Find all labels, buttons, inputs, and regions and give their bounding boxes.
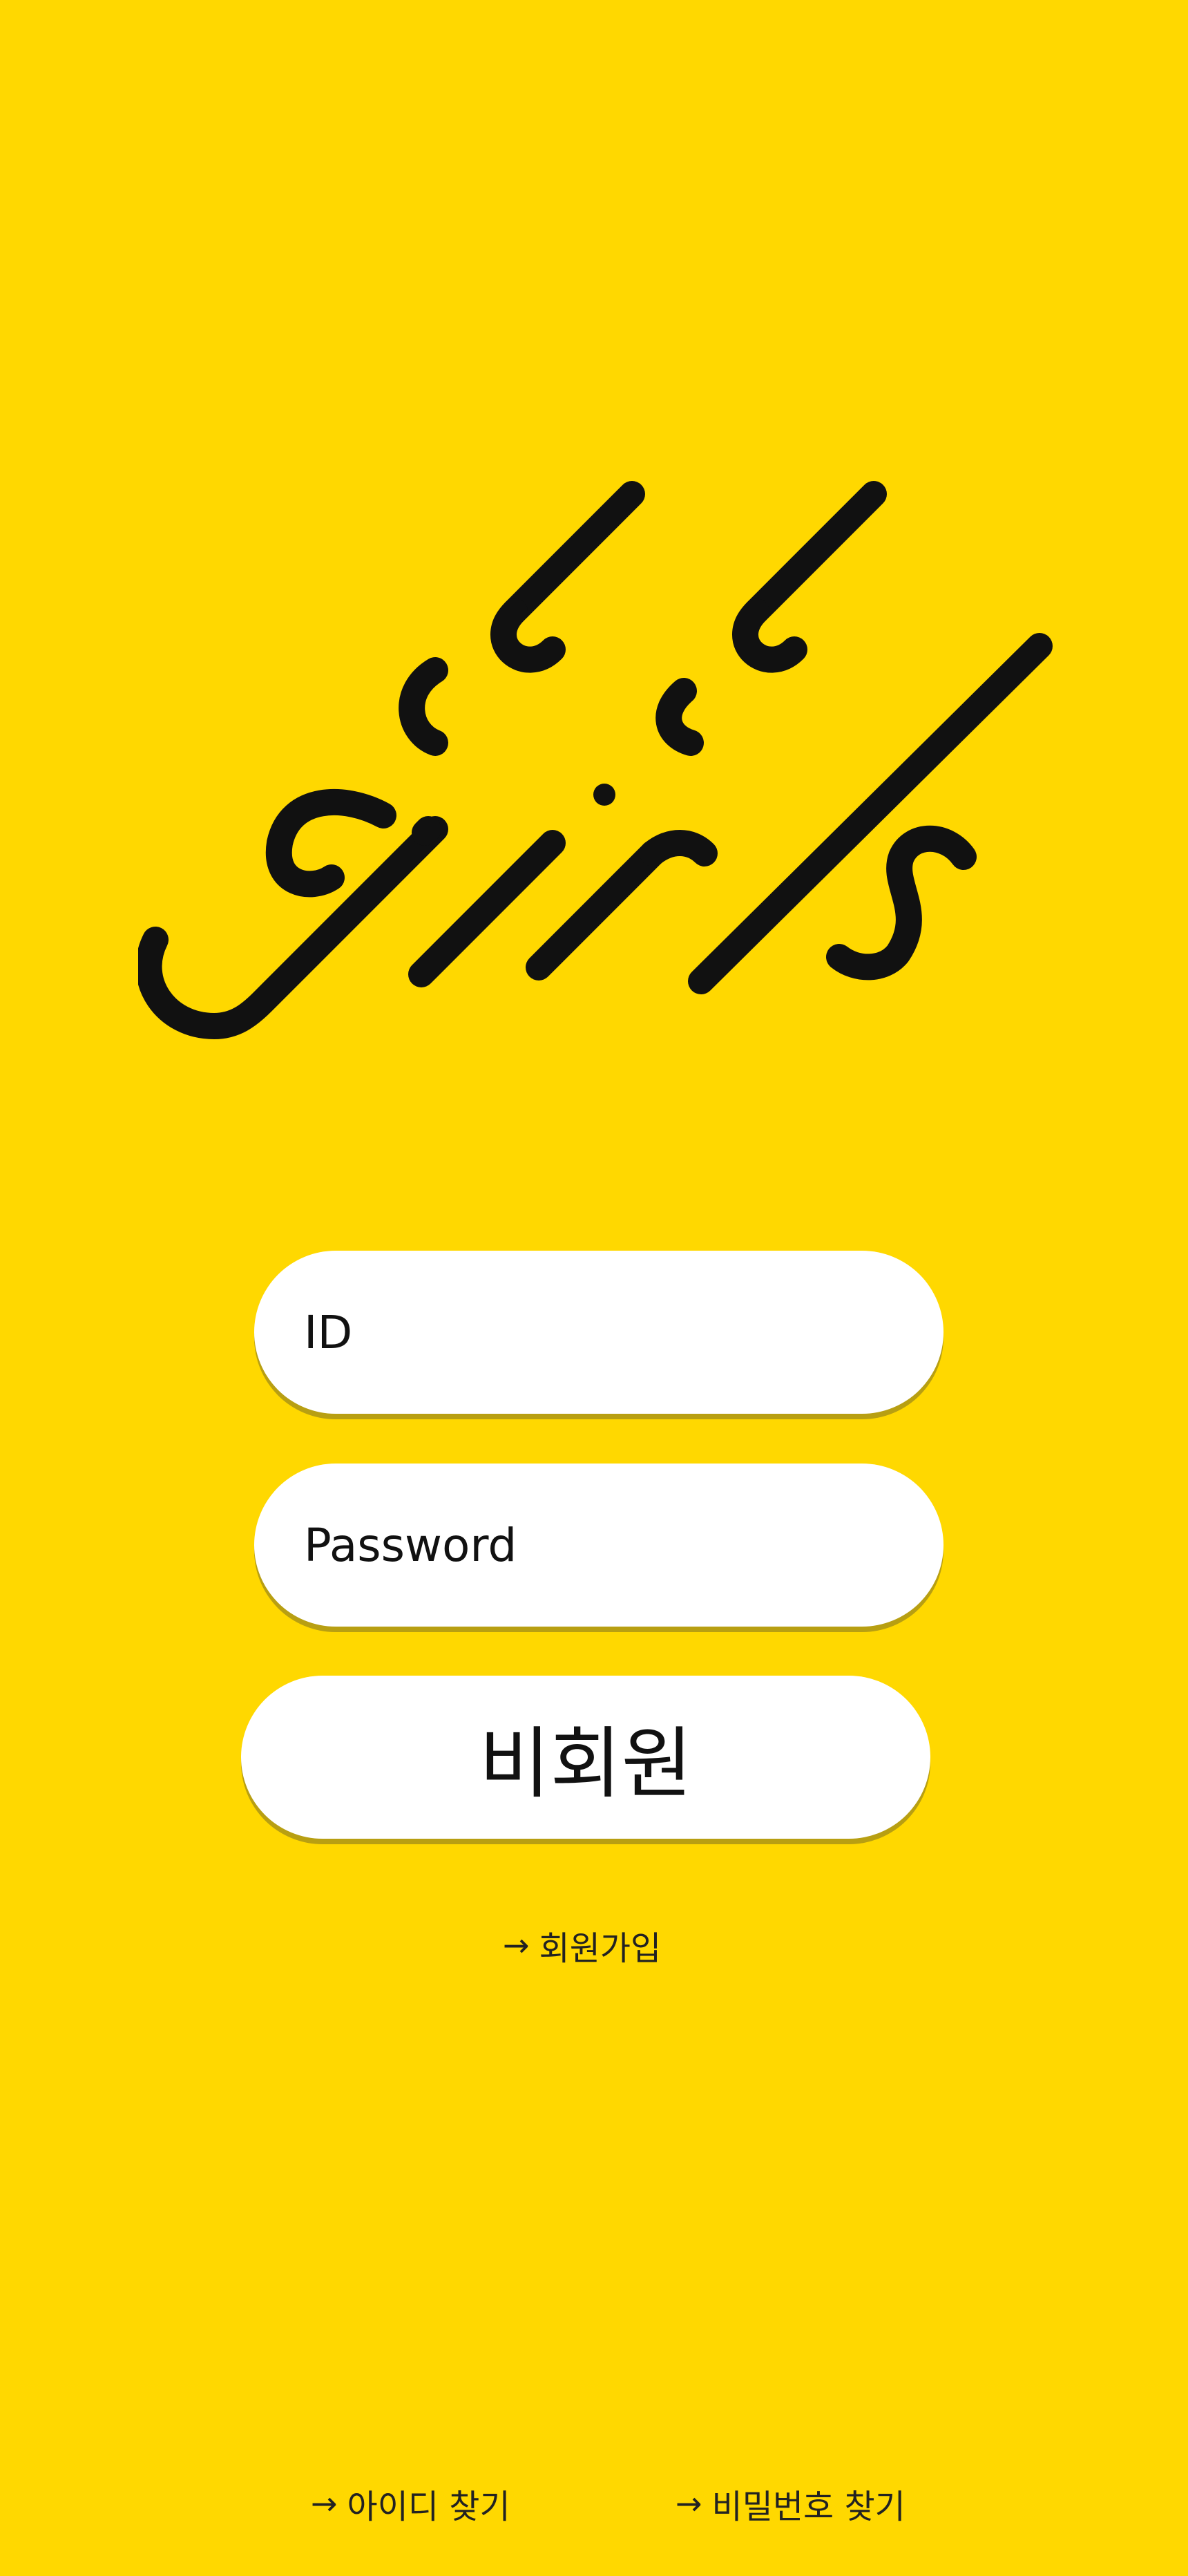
id-field[interactable] xyxy=(254,1251,943,1414)
find-id-link[interactable]: → 아이디 찾기 xyxy=(311,2479,510,2528)
signup-link-label: 회원가입 xyxy=(539,1929,662,1968)
guest-login-button[interactable]: 비회원 xyxy=(241,1676,930,1839)
password-input[interactable] xyxy=(254,1464,943,1627)
girls-logo xyxy=(138,470,1064,1078)
guest-login-button-label: 비회원 xyxy=(479,1719,693,1809)
signup-link[interactable]: → 회원가입 xyxy=(503,1921,661,1969)
arrow-right-icon: → xyxy=(311,2485,338,2522)
find-password-link-label: 비밀번호 찾기 xyxy=(711,2488,906,2526)
find-id-link-label: 아이디 찾기 xyxy=(347,2488,510,2526)
find-password-link[interactable]: → 비밀번호 찾기 xyxy=(676,2479,906,2528)
id-input[interactable] xyxy=(254,1251,943,1414)
girls-logo-graphic xyxy=(138,481,1053,1039)
arrow-right-icon: → xyxy=(503,1926,530,1964)
arrow-right-icon: → xyxy=(676,2485,702,2522)
password-field[interactable] xyxy=(254,1464,943,1627)
